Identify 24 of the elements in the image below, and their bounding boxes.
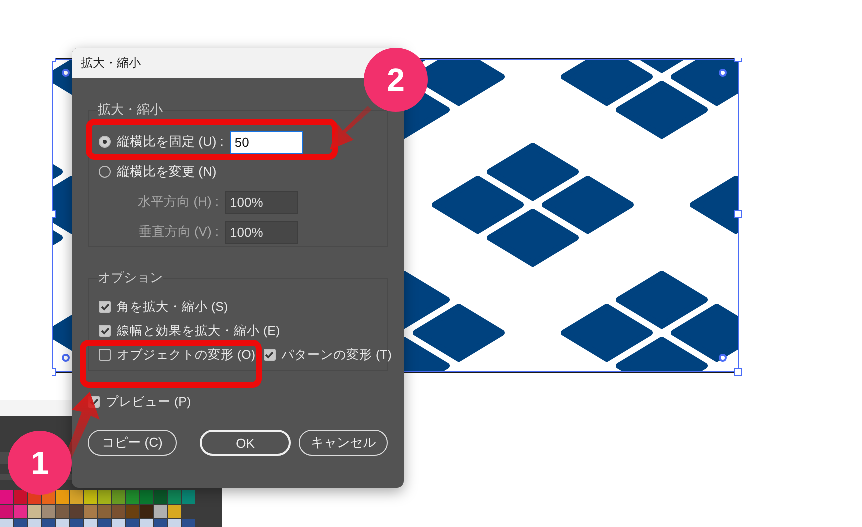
group-label: オプション [98,269,163,287]
field-label: 垂直方向 (V) : [138,223,219,241]
dialog-button[interactable]: キャンセル [299,430,388,456]
dialog-button[interactable]: OK [200,430,291,456]
checkbox[interactable] [264,349,276,361]
radio-button[interactable] [99,166,111,178]
dialog-title: 拡大・縮小 [81,54,141,72]
checkbox[interactable] [99,349,111,361]
group-label: 拡大・縮小 [98,101,163,119]
arrow [66,392,100,458]
arrow [330,106,372,150]
checkbox-label: 角を拡大・縮小 (S) [117,298,228,316]
checkbox-label: 線幅と効果を拡大・縮小 (E) [117,322,280,340]
dialog-button[interactable]: コピー (C) [88,430,177,456]
radio-label: 縦横比を固定 (U) : [117,133,224,151]
checkbox-label: オブジェクトの変形 (O) [117,346,256,364]
checkbox-label: パターンの変形 (T) [282,346,392,364]
checkbox-label: プレビュー (P) [106,394,192,410]
radio-label: 縦横比を変更 (N) [117,163,217,181]
checkbox[interactable] [99,301,111,313]
scale-input-field[interactable]: 50 [230,130,303,154]
checkbox[interactable] [99,325,111,337]
field-label: 水平方向 (H) : [137,193,219,211]
radio-button[interactable] [99,136,111,148]
